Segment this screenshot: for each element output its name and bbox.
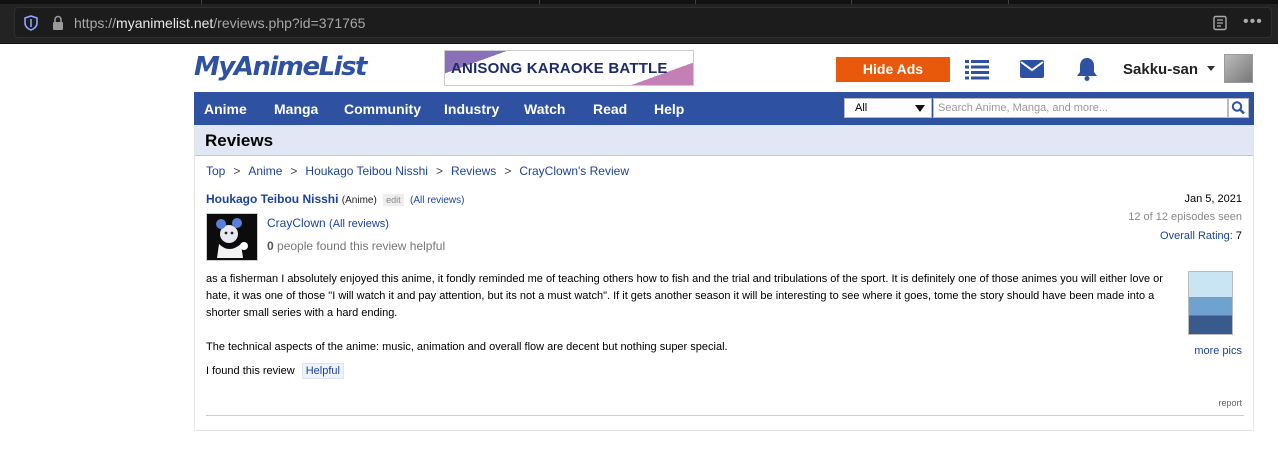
helpful-button[interactable]: Helpful bbox=[301, 363, 344, 379]
content-area: Reviews Top > Anime > Houkago Teibou Nisshi >… bbox=[194, 125, 1254, 431]
tab-separator bbox=[851, 0, 852, 4]
mail-icon[interactable] bbox=[1019, 57, 1045, 81]
overall-rating-label: Overall Rating bbox=[1160, 230, 1230, 242]
breadcrumb-separator: > bbox=[435, 164, 443, 178]
review-anime-line: Houkago Teibou Nisshi (Anime) edit (All … bbox=[206, 192, 464, 206]
breadcrumb: Top > Anime > Houkago Teibou Nisshi > Reviews >… bbox=[206, 164, 629, 178]
helpful-count-text: people found this review helpful bbox=[277, 239, 446, 253]
review-paragraph: as a fisherman I absolutely enjoyed this… bbox=[206, 273, 1163, 319]
main-nav: Anime Manga Community Industry Watch Rea… bbox=[194, 92, 1254, 125]
more-pics-link[interactable]: more pics bbox=[1194, 345, 1242, 357]
breadcrumb-separator: > bbox=[233, 164, 241, 178]
breadcrumb-separator: > bbox=[504, 164, 512, 178]
review-body: as a fisherman I absolutely enjoyed this… bbox=[206, 271, 1181, 373]
review-paragraph: The technical aspects of the anime: musi… bbox=[206, 341, 728, 353]
nav-industry[interactable]: Industry bbox=[444, 101, 499, 117]
reader-view-icon[interactable] bbox=[1212, 15, 1228, 31]
nav-help[interactable]: Help bbox=[654, 101, 684, 117]
url-text: https://myanimelist.net/reviews.php?id=3… bbox=[74, 15, 365, 31]
report-link[interactable]: report bbox=[1218, 398, 1242, 408]
user-avatar[interactable] bbox=[1224, 54, 1253, 83]
breadcrumb-anime[interactable]: Anime bbox=[248, 164, 282, 178]
breadcrumb-anime-title[interactable]: Houkago Teibou Nisshi bbox=[305, 164, 428, 178]
hide-ads-button[interactable]: Hide Ads bbox=[836, 57, 950, 82]
search-input[interactable]: Search Anime, Manga, and more... bbox=[933, 98, 1228, 118]
url-scheme: https:// bbox=[74, 15, 117, 31]
overall-rating: Overall Rating: 7 bbox=[1160, 230, 1242, 242]
breadcrumb-separator: > bbox=[290, 164, 298, 178]
reviewer-avatar-image bbox=[216, 218, 248, 258]
breadcrumb-reviews[interactable]: Reviews bbox=[451, 164, 496, 178]
tab-separator bbox=[539, 0, 540, 4]
site-logo[interactable]: MyAnimeList bbox=[194, 52, 367, 82]
browser-tab-strip bbox=[0, 0, 1278, 4]
helpful-count: 0 bbox=[267, 239, 274, 253]
helpful-count-line: 0 people found this review helpful bbox=[267, 239, 445, 253]
anime-poster-image[interactable] bbox=[1188, 271, 1233, 335]
username-menu[interactable]: Sakku-san bbox=[1123, 61, 1198, 78]
anime-title-link[interactable]: Houkago Teibou Nisshi bbox=[206, 192, 338, 206]
divider bbox=[206, 415, 1244, 416]
tab-separator bbox=[201, 0, 202, 4]
reviewer-avatar[interactable] bbox=[206, 213, 258, 261]
ad-banner-text: ANISONG KARAOKE BATTLE bbox=[451, 60, 668, 77]
page-title: Reviews bbox=[205, 131, 274, 150]
tab-separator bbox=[1008, 0, 1009, 4]
anime-type: (Anime) bbox=[341, 195, 377, 206]
search-category-select[interactable]: All bbox=[844, 98, 932, 118]
list-icon[interactable] bbox=[964, 57, 990, 81]
shield-icon[interactable] bbox=[24, 15, 38, 31]
edit-button[interactable]: edit bbox=[383, 194, 404, 206]
breadcrumb-top[interactable]: Top bbox=[206, 164, 225, 178]
browser-toolbar: https://myanimelist.net/reviews.php?id=3… bbox=[0, 0, 1278, 44]
page: MyAnimeList ANISONG KARAOKE BATTLE Hide … bbox=[194, 44, 1254, 458]
anime-all-reviews-link[interactable]: (All reviews) bbox=[410, 195, 464, 206]
nav-watch[interactable]: Watch bbox=[524, 101, 565, 117]
episodes-seen: 12 of 12 episodes seen bbox=[1128, 211, 1242, 223]
caret-down-icon bbox=[915, 105, 925, 112]
nav-community[interactable]: Community bbox=[344, 101, 421, 117]
ad-banner[interactable]: ANISONG KARAOKE BATTLE bbox=[444, 50, 694, 86]
address-bar[interactable]: https://myanimelist.net/reviews.php?id=3… bbox=[14, 7, 1272, 38]
breadcrumb-current-review[interactable]: CrayClown's Review bbox=[519, 164, 629, 178]
lock-icon[interactable] bbox=[51, 15, 65, 31]
helpful-vote-label: I found this review bbox=[206, 365, 295, 377]
overall-rating-value: 7 bbox=[1235, 230, 1242, 242]
review-date: Jan 5, 2021 bbox=[1184, 193, 1243, 205]
nav-manga[interactable]: Manga bbox=[274, 101, 318, 117]
nav-anime[interactable]: Anime bbox=[204, 101, 247, 117]
more-actions-icon[interactable]: ••• bbox=[1243, 14, 1265, 31]
nav-read[interactable]: Read bbox=[593, 101, 627, 117]
notification-bell-icon[interactable] bbox=[1074, 57, 1100, 81]
helpful-vote-line: I found this review Helpful bbox=[206, 363, 344, 379]
chevron-down-icon[interactable] bbox=[1207, 66, 1215, 71]
reviewer-all-reviews-link[interactable]: (All reviews) bbox=[329, 218, 389, 230]
tab-separator bbox=[695, 0, 696, 4]
reviewer-line: CrayClown (All reviews) bbox=[267, 216, 389, 230]
reviewer-name-link[interactable]: CrayClown bbox=[267, 216, 326, 230]
url-host: myanimelist.net bbox=[116, 15, 214, 31]
page-title-bar: Reviews bbox=[195, 125, 1253, 156]
url-path: /reviews.php?id=371765 bbox=[213, 15, 366, 31]
search-category-value: All bbox=[855, 102, 868, 114]
search-icon bbox=[1231, 101, 1245, 115]
search-button[interactable] bbox=[1228, 98, 1249, 118]
